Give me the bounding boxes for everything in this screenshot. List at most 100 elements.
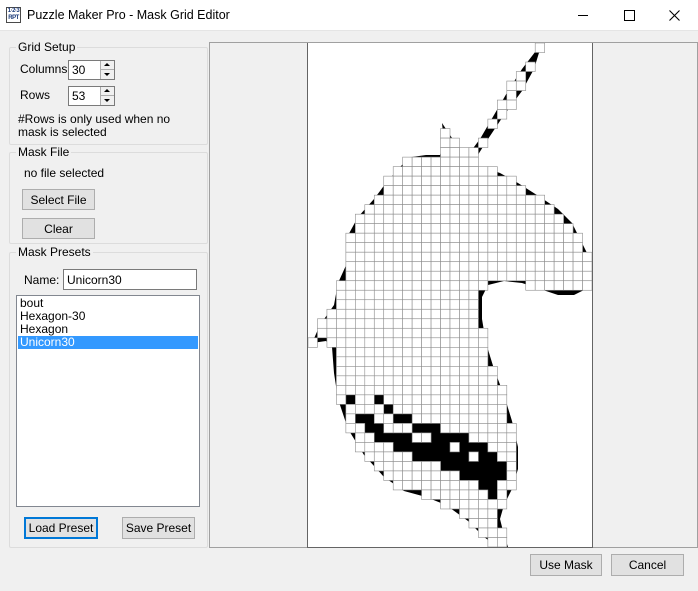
mask-cell[interactable]	[440, 156, 451, 167]
mask-cell[interactable]	[383, 366, 394, 377]
mask-cell[interactable]	[506, 432, 517, 443]
mask-cell[interactable]	[572, 242, 583, 253]
mask-cell[interactable]	[411, 251, 422, 263]
mask-cell[interactable]	[383, 213, 394, 224]
mask-cell[interactable]	[497, 242, 508, 253]
mask-cell[interactable]	[383, 356, 394, 367]
mask-cell[interactable]	[478, 432, 489, 443]
mask-cell[interactable]	[563, 251, 574, 263]
mask-cell[interactable]	[440, 366, 451, 377]
mask-cell[interactable]	[515, 270, 527, 282]
mask-cell[interactable]	[487, 166, 498, 177]
mask-cell[interactable]	[459, 337, 470, 348]
mask-cell[interactable]	[487, 385, 498, 396]
mask-cell[interactable]	[364, 404, 375, 415]
mask-cell[interactable]	[506, 90, 517, 101]
mask-cell[interactable]	[373, 299, 385, 310]
mask-cell[interactable]	[449, 346, 460, 358]
mask-cell[interactable]	[440, 242, 451, 253]
mask-cell[interactable]	[364, 385, 375, 396]
mask-cell[interactable]	[402, 366, 413, 377]
mask-cell[interactable]	[459, 423, 470, 434]
mask-cell[interactable]	[421, 270, 432, 282]
mask-cell[interactable]	[487, 442, 498, 453]
mask-cell[interactable]	[544, 213, 555, 224]
mask-cell[interactable]	[383, 346, 394, 358]
mask-cell[interactable]	[355, 346, 366, 358]
mask-cell[interactable]	[487, 261, 498, 272]
mask-cell[interactable]	[430, 213, 441, 224]
mask-cell[interactable]	[440, 394, 451, 405]
close-icon[interactable]	[652, 0, 698, 31]
mask-cell[interactable]	[506, 251, 517, 263]
mask-cell[interactable]	[487, 118, 498, 129]
mask-cell[interactable]	[355, 423, 366, 434]
mask-cell[interactable]	[459, 156, 470, 167]
mask-cell[interactable]	[364, 270, 375, 282]
mask-cell[interactable]	[373, 366, 385, 377]
mask-cell[interactable]	[497, 394, 508, 405]
mask-cell[interactable]	[411, 413, 422, 424]
mask-cell[interactable]	[430, 461, 441, 472]
mask-cell[interactable]	[449, 385, 460, 396]
mask-cell[interactable]	[553, 242, 564, 253]
mask-cell[interactable]	[364, 223, 375, 234]
mask-cell[interactable]	[515, 194, 527, 205]
mask-cell[interactable]	[497, 442, 508, 453]
mask-cell[interactable]	[355, 337, 366, 348]
mask-cell[interactable]	[440, 289, 451, 301]
mask-cell[interactable]	[544, 270, 555, 282]
mask-cell[interactable]	[355, 404, 366, 415]
mask-cell[interactable]	[345, 289, 356, 301]
mask-cell[interactable]	[355, 270, 366, 282]
mask-cell[interactable]	[497, 232, 508, 244]
mask-cell[interactable]	[563, 261, 574, 272]
mask-cell[interactable]	[364, 375, 375, 386]
mask-cell[interactable]	[373, 261, 385, 272]
mask-cell[interactable]	[468, 175, 479, 186]
mask-cell[interactable]	[364, 366, 375, 377]
mask-cell[interactable]	[478, 280, 489, 291]
mask-cell[interactable]	[402, 423, 413, 434]
columns-down-icon[interactable]	[100, 70, 114, 79]
mask-cell[interactable]	[525, 61, 536, 72]
mask-cell[interactable]	[355, 213, 366, 224]
mask-cell[interactable]	[364, 394, 375, 405]
mask-cell[interactable]	[478, 166, 489, 177]
mask-cell[interactable]	[402, 337, 413, 348]
mask-cell[interactable]	[402, 156, 413, 167]
mask-cell[interactable]	[402, 470, 413, 481]
mask-cell[interactable]	[411, 375, 422, 386]
mask-cell[interactable]	[440, 147, 451, 158]
mask-cell[interactable]	[515, 251, 527, 263]
mask-cell[interactable]	[459, 251, 470, 263]
mask-cell[interactable]	[506, 480, 517, 491]
mask-cell[interactable]	[572, 270, 583, 282]
mask-cell[interactable]	[392, 356, 403, 367]
mask-cell[interactable]	[421, 470, 432, 481]
mask-cell[interactable]	[383, 251, 394, 263]
mask-cell[interactable]	[421, 204, 432, 215]
mask-cell[interactable]	[411, 356, 422, 367]
mask-cell[interactable]	[421, 289, 432, 301]
mask-cell[interactable]	[326, 337, 337, 348]
mask-cell[interactable]	[411, 270, 422, 282]
mask-cell[interactable]	[411, 480, 422, 491]
mask-cell[interactable]	[373, 194, 385, 205]
mask-cell[interactable]	[373, 356, 385, 367]
mask-cell[interactable]	[421, 194, 432, 205]
mask-cell[interactable]	[440, 232, 451, 244]
mask-cell[interactable]	[411, 385, 422, 396]
mask-cell[interactable]	[544, 204, 555, 215]
mask-cell[interactable]	[449, 308, 460, 320]
mask-cell[interactable]	[383, 261, 394, 272]
mask-cell[interactable]	[373, 251, 385, 263]
mask-cell[interactable]	[411, 318, 422, 329]
mask-cell[interactable]	[459, 261, 470, 272]
mask-cell[interactable]	[440, 318, 451, 329]
mask-canvas-panel[interactable]	[209, 42, 698, 548]
mask-cell[interactable]	[383, 242, 394, 253]
mask-cell[interactable]	[506, 185, 517, 196]
mask-cell[interactable]	[544, 261, 555, 272]
mask-cell[interactable]	[459, 194, 470, 205]
